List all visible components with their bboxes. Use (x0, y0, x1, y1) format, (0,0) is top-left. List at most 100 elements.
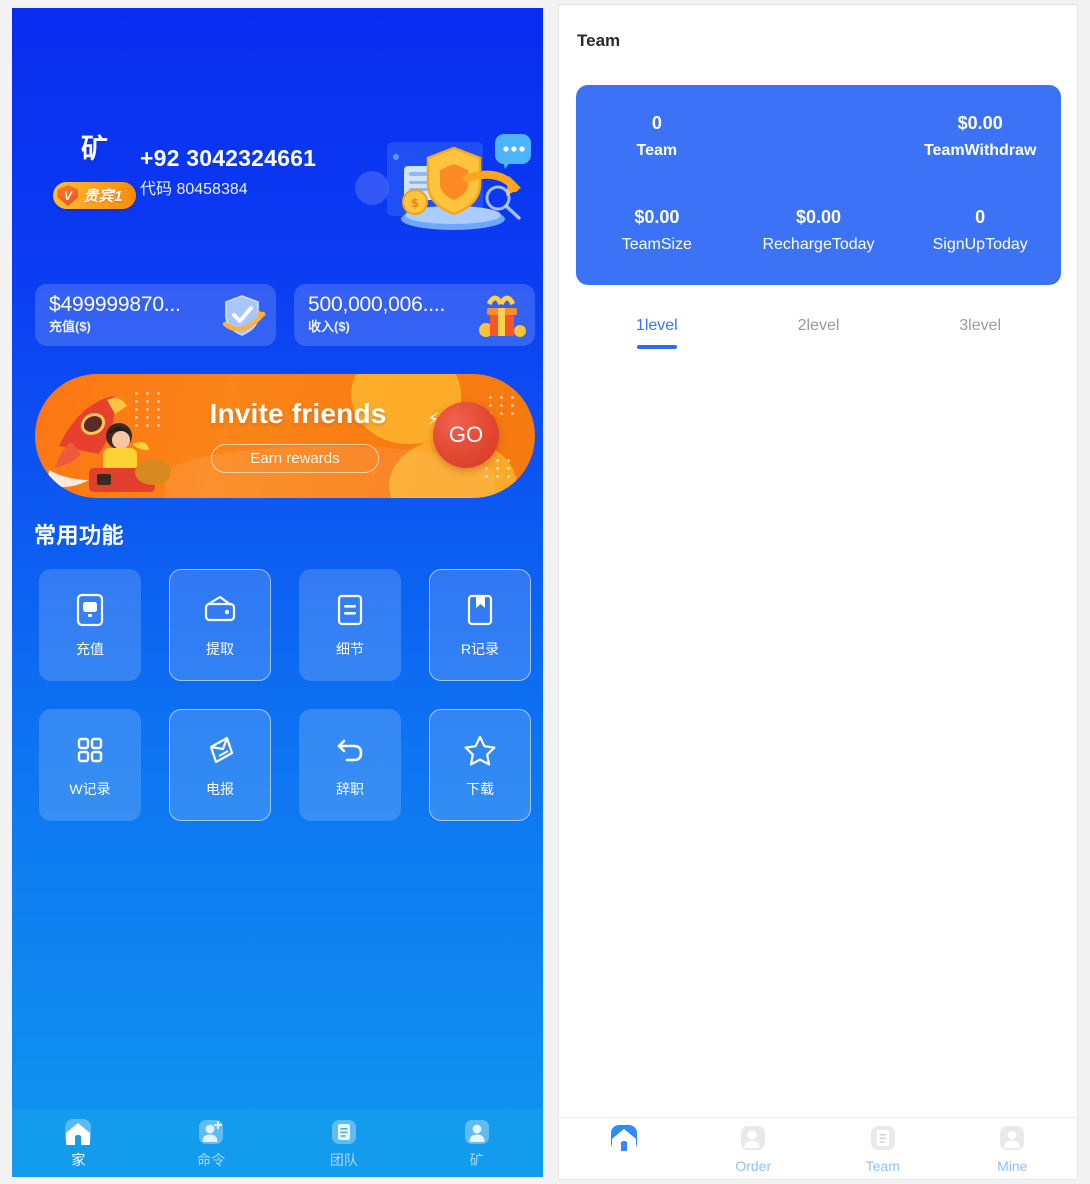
mobile-home-panel: 矿 V 贵宾1 +92 3042324661 代码 80458384 $ $49… (12, 8, 543, 1177)
function-details[interactable]: 细节 (299, 569, 401, 681)
user-icon (1000, 1125, 1025, 1150)
nav-label: Mine (997, 1157, 1028, 1174)
function-resign[interactable]: 辞职 (299, 709, 401, 821)
team-stats-row-bottom: $0.00 TeamSize $0.00 RechargeToday 0 Sig… (576, 203, 1061, 259)
vip-diamond-icon: V (57, 185, 79, 206)
nav-item-home[interactable]: 家 (12, 1117, 145, 1169)
stat-key: Team (636, 142, 678, 159)
nav-label: 团队 (329, 1152, 358, 1168)
nav-label: Team (865, 1157, 900, 1174)
stat-recharge-today: $0.00 RechargeToday (738, 203, 900, 259)
stat-team-withdraw: $0.00 TeamWithdraw (899, 109, 1061, 165)
document-lines-icon (337, 594, 363, 626)
function-label: 电报 (206, 781, 234, 797)
rocket-icon (47, 396, 171, 492)
banner-title: Invite friends (209, 398, 387, 429)
shield-check-icon (222, 295, 266, 336)
profile-header: 矿 V 贵宾1 +92 3042324661 代码 80458384 $ (12, 130, 543, 235)
nav-item-order[interactable]: 命令 (145, 1117, 278, 1169)
function-label: R记录 (460, 641, 500, 657)
profile-details: +92 3042324661 代码 80458384 (140, 142, 316, 203)
tab-label: 2level (797, 317, 840, 334)
nav-label: 家 (71, 1152, 86, 1168)
stat-team-size: $0.00 TeamSize (576, 203, 738, 259)
nav-item-mine[interactable]: Mine (948, 1123, 1078, 1175)
stat-key: RechargeToday (762, 236, 875, 253)
right-bottom-nav: Home Order Team Mine (559, 1117, 1077, 1179)
function-label: W记录 (69, 781, 111, 797)
nav-item-team[interactable]: 团队 (278, 1117, 411, 1169)
balance-card-income[interactable]: 500,000,006.... 收入($) (294, 284, 535, 346)
stat-value: $0.00 (634, 207, 680, 227)
invite-code: 代码 80458384 (140, 181, 248, 198)
vip-diamond-letter: V (63, 188, 72, 203)
vip-badge: V 贵宾1 (53, 182, 136, 209)
function-label: 下载 (466, 781, 494, 797)
star-icon (464, 735, 496, 766)
grid-squares-icon (77, 737, 103, 763)
user-plus-icon (741, 1125, 766, 1150)
section-title-common-functions: 常用功能 (34, 523, 125, 548)
avatar[interactable]: 矿 V 贵宾1 (42, 130, 147, 209)
team-page-panel: Team 0 Team $0.00 TeamWithdraw $0.00 Tea… (558, 4, 1078, 1180)
nav-item-home[interactable]: Home (559, 1123, 689, 1175)
dot-pattern (485, 459, 513, 478)
stat-key: SignUpToday (932, 236, 1028, 253)
balance-card-recharge[interactable]: $499999870... 充值($) (35, 284, 276, 346)
tab-label: 1level (635, 317, 678, 334)
home-icon (610, 1124, 637, 1151)
stat-value: $0.00 (795, 207, 842, 227)
level-tabs: 1level 2level 3level (576, 317, 1061, 349)
dot-pattern (489, 396, 517, 415)
function-withdraw-record[interactable]: W记录 (39, 709, 141, 821)
undo-arrow-icon (337, 739, 363, 762)
stat-value: 0 (651, 113, 662, 133)
monitor-icon (76, 593, 104, 627)
bookmark-book-icon (467, 594, 493, 626)
function-recharge[interactable]: 充值 (39, 569, 141, 681)
phone-number: +92 3042324661 (140, 145, 317, 171)
function-telegram[interactable]: 电报 (169, 709, 271, 821)
function-grid: 充值 提取 细节 R记录 W记录 电报 辞职 下载 (39, 569, 531, 821)
avatar-name: 矿 (81, 134, 108, 164)
stat-team: 0 Team (576, 109, 738, 165)
nav-item-mine[interactable]: 矿 (410, 1117, 543, 1169)
nav-label: Home (605, 1157, 643, 1174)
user-icon (464, 1120, 489, 1144)
function-withdraw[interactable]: 提取 (169, 569, 271, 681)
nav-item-team[interactable]: Team (818, 1123, 948, 1175)
screenshot-stage: 矿 V 贵宾1 +92 3042324661 代码 80458384 $ $49… (0, 0, 1090, 1184)
invite-friends-banner[interactable]: Invite friends Earn rewards ⚡ GO (35, 374, 535, 498)
stat-value: 0 (975, 207, 986, 227)
nav-label: 矿 (469, 1152, 484, 1168)
stat-key: TeamWithdraw (923, 142, 1037, 159)
send-card-icon (209, 736, 234, 764)
balance-cards: $499999870... 充值($) 500,000,006.... 收入($… (35, 284, 535, 346)
function-label: 辞职 (336, 781, 364, 797)
nav-label: 命令 (197, 1152, 226, 1168)
tab-label: 3level (959, 317, 1002, 334)
nav-label: Order (735, 1157, 772, 1174)
page-title: Team (577, 31, 621, 50)
tab-2level[interactable]: 2level (738, 317, 900, 349)
function-label: 细节 (336, 641, 364, 657)
document-icon (331, 1120, 356, 1144)
function-download[interactable]: 下载 (429, 709, 531, 821)
left-bottom-nav: 家 命令 团队 矿 (12, 1109, 543, 1177)
stat-signup-today: 0 SignUpToday (899, 203, 1061, 259)
tab-3level[interactable]: 3level (899, 317, 1061, 349)
team-stats-card: 0 Team $0.00 TeamWithdraw $0.00 TeamSize… (576, 85, 1061, 285)
svg-text:$: $ (411, 196, 419, 210)
function-label: 提取 (206, 641, 234, 657)
nav-item-order[interactable]: Order (689, 1123, 819, 1175)
banner-subtitle: Earn rewards (211, 444, 379, 473)
team-stats-row-top: 0 Team $0.00 TeamWithdraw (576, 109, 1061, 165)
vip-label: 贵宾1 (83, 188, 123, 205)
banner-go-button[interactable]: GO (433, 402, 499, 468)
stat-key: TeamSize (621, 236, 692, 253)
function-recharge-record[interactable]: R记录 (429, 569, 531, 681)
hero-illustration: $ (355, 134, 531, 230)
tab-1level[interactable]: 1level (576, 317, 738, 349)
gift-box-icon (479, 295, 526, 337)
document-icon (870, 1125, 895, 1150)
